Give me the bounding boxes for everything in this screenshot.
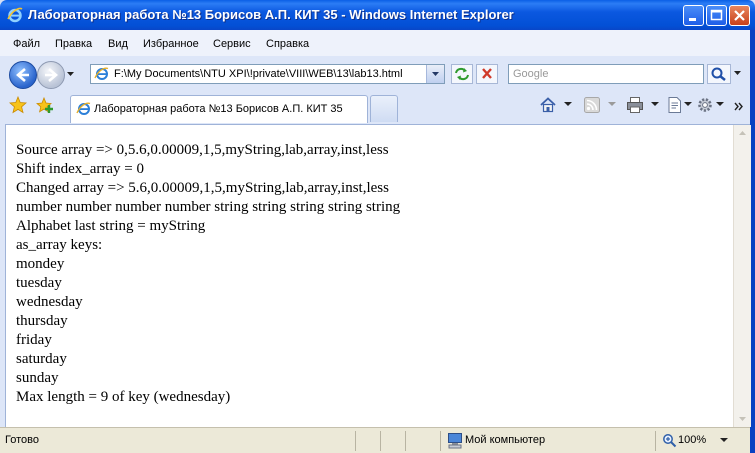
status-divider [440, 431, 441, 451]
status-divider [355, 431, 356, 451]
arrow-right-icon [45, 68, 58, 82]
output-line: Source array => 0,5.6,0.00009,1,5,myStri… [16, 142, 389, 158]
minimize-button[interactable] [683, 5, 704, 26]
forward-button[interactable] [37, 61, 65, 89]
chevron-more-icon[interactable] [734, 101, 744, 113]
maximize-icon [710, 9, 723, 21]
menu-tools[interactable]: Сервис [213, 38, 251, 50]
tab-label: Лабораторная работа №13 Борисов А.П. КИТ… [94, 103, 343, 115]
tab-page-icon [76, 102, 91, 115]
address-url[interactable]: F:\My Documents\NTU XPI\!private\VIII\WE… [114, 68, 403, 80]
search-options-dropdown-icon[interactable] [733, 70, 742, 76]
status-divider [655, 431, 656, 451]
search-placeholder: Google [513, 68, 549, 80]
page-icon [94, 67, 109, 80]
tab-bar: Лабораторная работа №13 Борисов А.П. КИТ… [0, 92, 755, 125]
output-line: Changed array => 5.6,0.00009,1,5,myStrin… [16, 180, 389, 196]
menu-favorites[interactable]: Избранное [143, 38, 199, 50]
close-button[interactable] [729, 5, 750, 26]
output-line: thursday [16, 313, 68, 329]
feeds-dropdown-icon[interactable] [608, 102, 616, 107]
menu-help[interactable]: Справка [266, 38, 309, 50]
output-line: Alphabet last string = myString [16, 218, 206, 234]
zoom-level[interactable]: 100% [678, 434, 706, 446]
address-toolbar: F:\My Documents\NTU XPI\!private\VIII\WE… [0, 56, 755, 92]
output-line: number number number number string strin… [16, 199, 401, 215]
vertical-scrollbar[interactable] [733, 125, 751, 427]
tab-active[interactable]: Лабораторная работа №13 Борисов А.П. КИТ… [70, 95, 368, 123]
output-line: Shift index_array = 0 [16, 161, 145, 177]
home-icon[interactable] [539, 96, 557, 114]
minimize-icon [689, 18, 696, 21]
search-input[interactable]: Google [508, 64, 704, 84]
search-button[interactable] [707, 64, 731, 84]
add-favorite-icon[interactable] [36, 96, 54, 114]
output-line: friday [16, 332, 52, 348]
security-zone[interactable]: Мой компьютер [465, 434, 545, 446]
home-dropdown-icon[interactable] [564, 102, 572, 107]
output-line: as_array keys: [16, 237, 103, 253]
arrow-left-icon [16, 68, 29, 82]
tools-dropdown-icon[interactable] [716, 102, 724, 107]
favorites-star-icon[interactable] [9, 96, 27, 114]
chevron-down-icon [432, 72, 439, 76]
menu-file[interactable]: Файл [13, 38, 40, 50]
zoom-icon[interactable] [662, 433, 677, 448]
print-icon[interactable] [626, 96, 644, 114]
address-dropdown-button[interactable] [426, 65, 444, 83]
menu-bar: Файл Правка Вид Избранное Сервис Справка [0, 30, 755, 57]
refresh-button[interactable] [451, 64, 473, 84]
page-output: Source array => 0,5.6,0.00009,1,5,myStri… [16, 141, 400, 407]
history-dropdown-icon[interactable] [66, 71, 75, 77]
tools-gear-icon[interactable] [696, 96, 714, 114]
status-divider [380, 431, 381, 451]
output-line: saturday [16, 351, 67, 367]
status-divider [405, 431, 406, 451]
menu-edit[interactable]: Правка [55, 38, 92, 50]
browser-window: Лабораторная работа №13 Борисов А.П. КИТ… [0, 0, 755, 453]
title-bar[interactable]: Лабораторная работа №13 Борисов А.П. КИТ… [0, 0, 755, 30]
close-icon [734, 10, 745, 21]
print-dropdown-icon[interactable] [651, 102, 659, 107]
output-line: tuesday [16, 275, 62, 291]
page-dropdown-icon[interactable] [684, 102, 692, 107]
window-title: Лабораторная работа №13 Борисов А.П. КИТ… [28, 7, 514, 22]
zoom-dropdown-icon[interactable] [720, 438, 728, 443]
stop-button[interactable] [476, 64, 498, 84]
ie-logo-icon [7, 7, 23, 23]
status-bar: Готово Мой компьютер 100% [0, 427, 750, 453]
scroll-down-arrow-icon[interactable] [734, 410, 751, 427]
status-text: Готово [5, 434, 39, 446]
search-icon [711, 67, 726, 81]
feeds-icon[interactable] [583, 96, 601, 114]
new-tab-button[interactable] [370, 95, 398, 122]
back-button[interactable] [9, 61, 37, 89]
output-line: mondey [16, 256, 65, 272]
menu-view[interactable]: Вид [108, 38, 128, 50]
address-bar[interactable]: F:\My Documents\NTU XPI\!private\VIII\WE… [90, 64, 445, 84]
stop-icon [482, 68, 492, 79]
refresh-icon [455, 67, 469, 81]
computer-zone-icon [448, 433, 462, 449]
page-menu-icon[interactable] [666, 96, 684, 114]
scroll-up-arrow-icon[interactable] [734, 125, 751, 142]
output-line: sunday [16, 370, 59, 386]
output-line: Max length = 9 of key (wednesday) [16, 389, 231, 405]
maximize-button[interactable] [706, 5, 727, 26]
output-line: wednesday [16, 294, 83, 310]
page-content[interactable]: Source array => 0,5.6,0.00009,1,5,myStri… [5, 125, 734, 427]
